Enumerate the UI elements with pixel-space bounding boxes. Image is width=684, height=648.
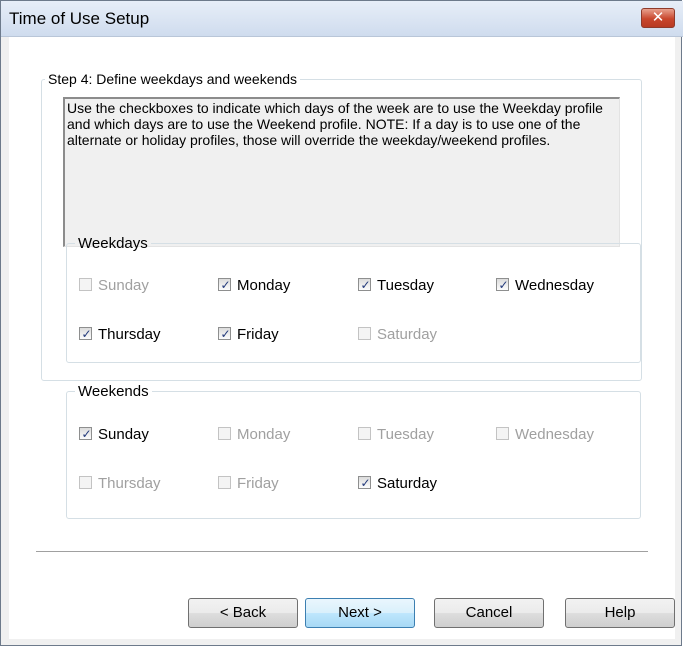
check-icon: ✓ bbox=[220, 327, 231, 341]
checkbox-box: ✓ bbox=[218, 327, 231, 341]
check-icon: ✓ bbox=[81, 427, 92, 441]
checkbox-label: Tuesday bbox=[377, 277, 434, 294]
window-title: Time of Use Setup bbox=[9, 9, 150, 28]
checkbox-box: ✓ bbox=[79, 427, 92, 441]
checkbox-box bbox=[358, 427, 371, 440]
checkbox-label: Saturday bbox=[377, 475, 438, 492]
checkbox-label: Wednesday bbox=[515, 277, 594, 294]
checkbox-box: ✓ bbox=[496, 278, 509, 292]
checkbox-box bbox=[358, 327, 371, 340]
help-button[interactable]: Help bbox=[565, 598, 675, 628]
close-icon: ✕ bbox=[651, 8, 665, 26]
step-legend: Step 4: Define weekdays and weekends bbox=[48, 71, 298, 87]
checkbox-label: Thursday bbox=[98, 326, 161, 343]
button-separator bbox=[36, 551, 648, 553]
instructions-text: Use the checkboxes to indicate which day… bbox=[63, 97, 620, 247]
weekdays-legend: Weekdays bbox=[78, 235, 148, 252]
dialog-window: Time of Use Setup ✕ Step 4: Define weekd… bbox=[0, 0, 683, 646]
checkbox-label: Monday bbox=[237, 426, 291, 443]
next-button[interactable]: Next > bbox=[305, 598, 415, 628]
checkbox-box: ✓ bbox=[218, 278, 231, 292]
weekends-group: Weekends bbox=[66, 383, 641, 519]
checkbox-box bbox=[496, 427, 509, 440]
checkbox-box bbox=[218, 476, 231, 489]
checkbox-label: Thursday bbox=[98, 475, 161, 492]
dialog-body: Step 4: Define weekdays and weekends Use… bbox=[9, 37, 675, 639]
checkbox-label: Friday bbox=[237, 475, 279, 492]
cancel-button[interactable]: Cancel bbox=[434, 598, 544, 628]
weekends-legend: Weekends bbox=[78, 383, 149, 400]
checkbox-label: Friday bbox=[237, 326, 279, 343]
checkbox-box: ✓ bbox=[79, 327, 92, 341]
check-icon: ✓ bbox=[498, 278, 509, 292]
checkbox-box bbox=[79, 278, 92, 291]
checkbox-box bbox=[218, 427, 231, 440]
checkbox-label: Wednesday bbox=[515, 426, 594, 443]
check-icon: ✓ bbox=[360, 278, 371, 292]
checkbox-label: Tuesday bbox=[377, 426, 434, 443]
close-button[interactable]: ✕ bbox=[641, 8, 675, 28]
checkbox-label: Monday bbox=[237, 277, 291, 294]
checkbox-label: Saturday bbox=[377, 326, 438, 343]
check-icon: ✓ bbox=[81, 327, 92, 341]
checkbox-label: Sunday bbox=[98, 426, 149, 443]
checkbox-box: ✓ bbox=[358, 278, 371, 292]
title-bar[interactable]: Time of Use Setup ✕ bbox=[1, 1, 683, 37]
checkbox-box bbox=[79, 476, 92, 489]
checkbox-box: ✓ bbox=[358, 476, 371, 490]
back-button[interactable]: < Back bbox=[188, 598, 298, 628]
check-icon: ✓ bbox=[220, 278, 231, 292]
check-icon: ✓ bbox=[360, 476, 371, 490]
checkbox-label: Sunday bbox=[98, 277, 149, 294]
